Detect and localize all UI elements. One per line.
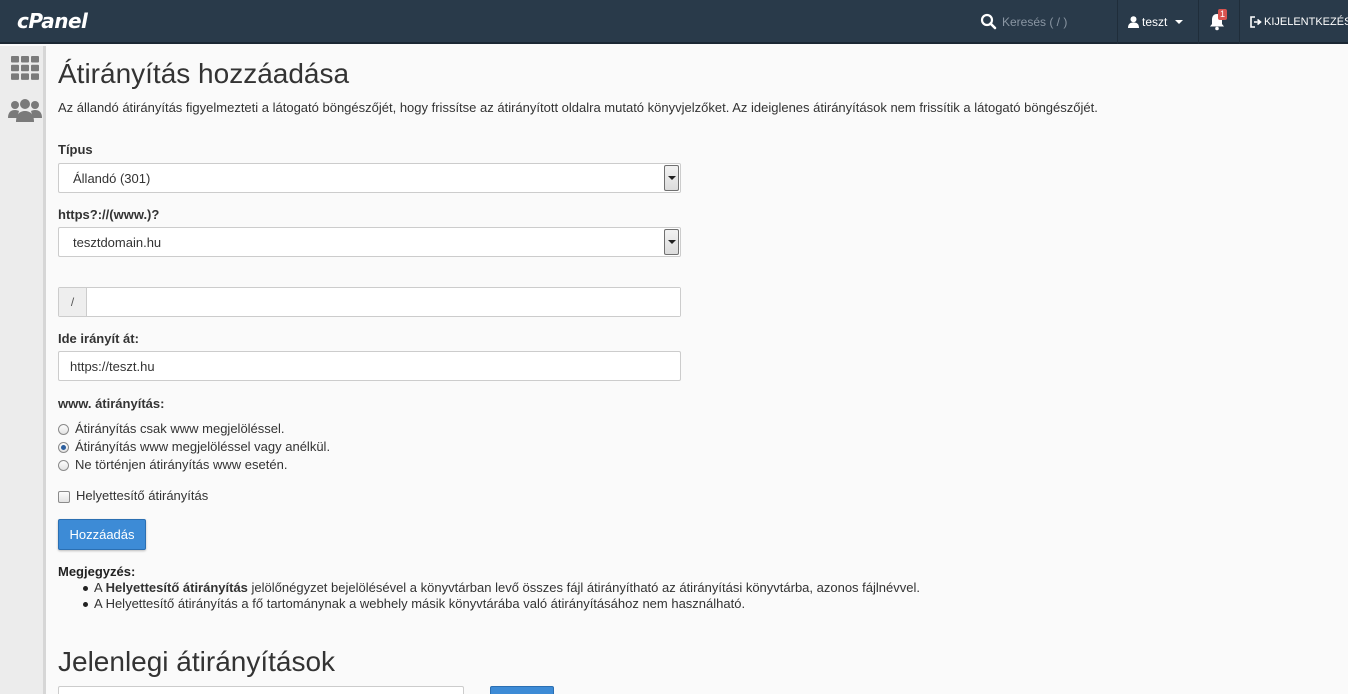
logout-link[interactable]: KIJELENTKEZÉS bbox=[1250, 0, 1348, 44]
www-option-only-www[interactable]: Átirányítás csak www megjelöléssel. bbox=[58, 421, 285, 436]
redirects-search-input[interactable] bbox=[58, 686, 464, 694]
radio-label: Átirányítás www megjelöléssel vagy anélk… bbox=[75, 439, 331, 454]
www-option-with-or-without[interactable]: Átirányítás www megjelöléssel vagy anélk… bbox=[58, 439, 330, 454]
wildcard-redirect-option[interactable]: Helyettesítő átirányítás bbox=[58, 488, 208, 503]
users-icon[interactable] bbox=[8, 98, 42, 122]
user-name: teszt bbox=[1142, 15, 1168, 29]
domain-select-value: tesztdomain.hu bbox=[73, 235, 162, 250]
path-input-group: / bbox=[58, 287, 681, 317]
chevron-down-icon[interactable] bbox=[664, 229, 679, 255]
redirect-target-input[interactable] bbox=[58, 351, 681, 381]
path-input[interactable] bbox=[87, 288, 680, 316]
notification-badge: 1 bbox=[1218, 9, 1228, 20]
logout-label: KIJELENTKEZÉS bbox=[1264, 16, 1348, 28]
type-label: Típus bbox=[58, 142, 93, 157]
top-navbar: cPanel teszt 1 KIJELENTKEZÉS bbox=[0, 0, 1348, 44]
radio-button[interactable] bbox=[58, 424, 69, 435]
topbar-divider bbox=[1198, 0, 1199, 44]
search-input[interactable] bbox=[1002, 15, 1102, 29]
chevron-down-icon bbox=[1175, 20, 1184, 24]
radio-label: Ne történjen átirányítás www esetén. bbox=[75, 457, 288, 472]
path-prefix: / bbox=[59, 288, 87, 316]
current-redirects-title: Jelenlegi átirányítások bbox=[58, 646, 336, 677]
grid-icon[interactable] bbox=[11, 56, 39, 80]
domain-select[interactable]: tesztdomain.hu bbox=[58, 227, 681, 257]
topbar-divider bbox=[1239, 0, 1240, 44]
checkbox-label: Helyettesítő átirányítás bbox=[76, 488, 209, 503]
user-menu[interactable]: teszt bbox=[1128, 0, 1184, 44]
logout-icon bbox=[1250, 16, 1262, 28]
redirects-search-button[interactable] bbox=[490, 686, 554, 694]
www-option-no-redirect[interactable]: Ne történjen átirányítás www esetén. bbox=[58, 457, 287, 472]
wildcard-checkbox[interactable] bbox=[58, 490, 70, 503]
note-item: A Helyettesítő átirányítás jelölőnégyzet… bbox=[58, 580, 920, 596]
add-redirect-button[interactable]: Hozzáadás bbox=[58, 519, 146, 550]
chevron-down-icon[interactable] bbox=[664, 165, 679, 191]
type-select[interactable]: Állandó (301) bbox=[58, 163, 681, 193]
domain-label: https?://(www.)? bbox=[58, 207, 160, 222]
radio-button[interactable] bbox=[58, 460, 69, 471]
topbar-divider bbox=[1117, 0, 1118, 44]
note-text: A bbox=[94, 580, 106, 595]
search-box[interactable] bbox=[970, 0, 1116, 44]
sidebar bbox=[0, 46, 46, 694]
note-list: A Helyettesítő átirányítás jelölőnégyzet… bbox=[58, 580, 920, 612]
note-text: jelölőnégyzet bejelölésével a könyvtárba… bbox=[247, 580, 920, 595]
page-title: Átirányítás hozzáadása bbox=[58, 58, 350, 89]
note-title: Megjegyzés: bbox=[58, 564, 136, 579]
user-icon bbox=[1128, 16, 1139, 28]
note-item: A Helyettesítő átirányítás a fő tartomán… bbox=[58, 596, 920, 612]
cpanel-logo[interactable]: cPanel bbox=[17, 9, 88, 33]
page-description: Az állandó átirányítás figyelmezteti a l… bbox=[58, 100, 1098, 115]
type-select-value: Állandó (301) bbox=[73, 171, 151, 186]
www-redirect-label: www. átirányítás: bbox=[58, 396, 165, 411]
radio-button[interactable] bbox=[58, 442, 69, 453]
radio-label: Átirányítás csak www megjelöléssel. bbox=[75, 421, 285, 436]
note-bold-text: Helyettesítő átirányítás bbox=[105, 580, 248, 595]
search-icon[interactable] bbox=[978, 11, 1000, 33]
target-label: Ide irányít át: bbox=[58, 331, 139, 346]
